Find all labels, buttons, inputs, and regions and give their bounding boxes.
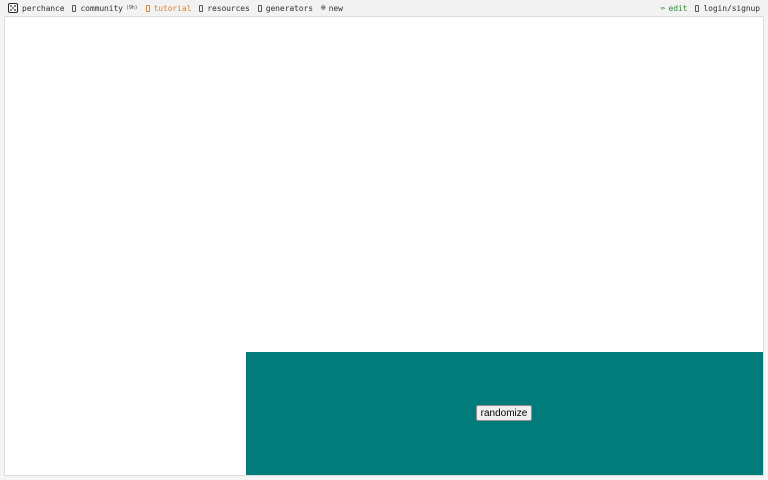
die-icon [8, 3, 18, 13]
nav-community-count: (9h) [125, 5, 138, 11]
top-nav-bar: perchance community (9h) tutorial resour… [0, 0, 768, 16]
nav-tutorial[interactable]: tutorial [145, 3, 192, 13]
nav-login-label: login/signup [703, 3, 760, 13]
nav-perchance-label: perchance [22, 3, 65, 13]
nav-right-group: ✏ edit login/signup [653, 0, 760, 16]
folder-icon [199, 4, 204, 12]
user-icon [695, 4, 700, 12]
nav-resources-label: resources [207, 3, 250, 13]
randomize-button[interactable]: randomize [476, 405, 532, 421]
nav-tutorial-label: tutorial [153, 3, 192, 13]
nav-new-label: new [328, 3, 343, 13]
nav-edit-label: edit [668, 3, 688, 13]
nav-edit[interactable]: ✏ edit [661, 4, 688, 13]
nav-left-group: perchance community (9h) tutorial resour… [8, 0, 351, 16]
pencil-icon: ✏ [660, 3, 666, 12]
nav-perchance-home[interactable]: perchance [8, 3, 65, 13]
nav-resources[interactable]: resources [199, 3, 250, 13]
nav-generators-label: generators [265, 3, 313, 13]
nav-community-label: community [80, 3, 123, 13]
plus-circle-icon: ⊕ [320, 3, 326, 12]
chat-icon [72, 4, 77, 12]
list-icon [257, 4, 262, 12]
nav-new[interactable]: ⊕ new [321, 4, 343, 13]
nav-community[interactable]: community (9h) [72, 3, 138, 13]
book-icon [145, 4, 150, 12]
output-panel: randomize [246, 352, 763, 475]
nav-login[interactable]: login/signup [695, 4, 760, 13]
nav-generators[interactable]: generators [257, 3, 313, 13]
